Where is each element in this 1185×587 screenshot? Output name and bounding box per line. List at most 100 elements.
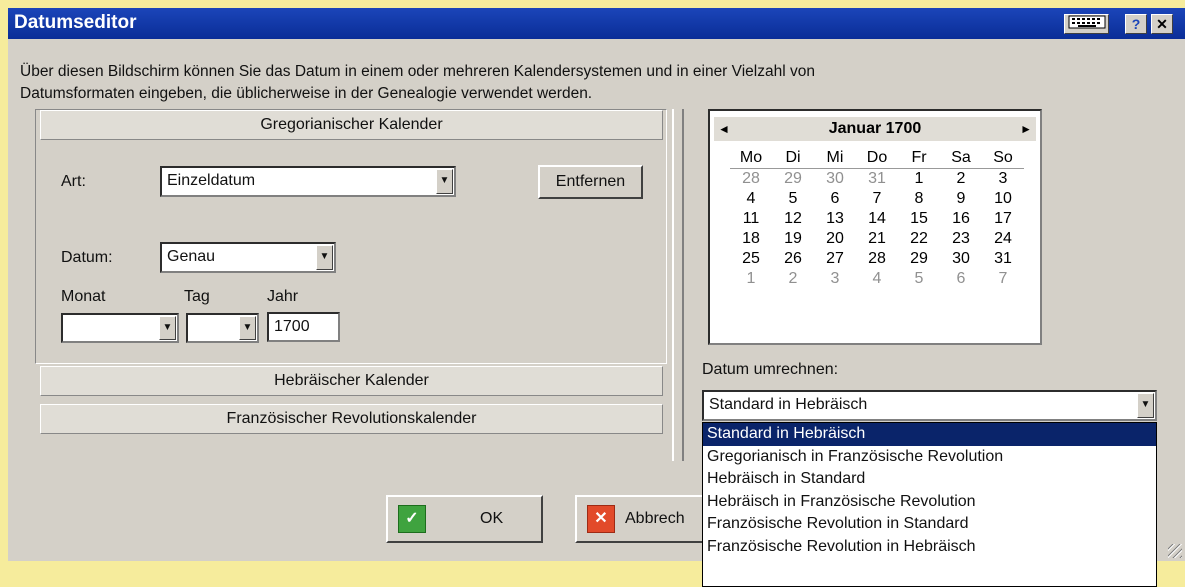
calendar-day[interactable]: 27: [814, 249, 856, 269]
convert-dropdown-list: Standard in Hebräisch Gregorianisch in F…: [702, 422, 1157, 587]
calendar-day[interactable]: 24: [982, 229, 1024, 249]
weekday: Mo: [739, 149, 763, 166]
calendar-header: ◄ Januar 1700 ►: [714, 117, 1036, 141]
chevron-down-icon[interactable]: ▼: [316, 245, 333, 270]
calendar-day[interactable]: 28: [856, 249, 898, 269]
calendar-day[interactable]: 18: [730, 229, 772, 249]
calendar-day[interactable]: 12: [772, 209, 814, 229]
calendar-day[interactable]: 22: [898, 229, 940, 249]
dropdown-option[interactable]: Hebräisch in Standard: [703, 468, 1156, 491]
calendar-day[interactable]: 10: [982, 189, 1024, 209]
calendar-day[interactable]: 7: [856, 189, 898, 209]
calendar-day[interactable]: 13: [814, 209, 856, 229]
calendar-day[interactable]: 15: [898, 209, 940, 229]
chevron-down-icon[interactable]: ▼: [1137, 393, 1154, 418]
weekday: Do: [866, 149, 888, 166]
week-row: 11 12 13 14 15 16 17: [730, 209, 1024, 229]
monat-label: Monat: [61, 288, 106, 305]
tab-gregorian[interactable]: Gregorianischer Kalender: [40, 110, 663, 140]
week-row: 4 5 6 7 8 9 10: [730, 189, 1024, 209]
calendar-day[interactable]: 6: [814, 189, 856, 209]
art-select[interactable]: Einzeldatum ▼: [160, 166, 456, 197]
calendar-day[interactable]: 16: [940, 209, 982, 229]
calendar-day[interactable]: 31: [982, 249, 1024, 269]
intro-text: Über diesen Bildschirm können Sie das Da…: [20, 61, 1020, 105]
calendar-day[interactable]: 7: [982, 269, 1024, 289]
calendar-title: Januar 1700: [828, 120, 922, 137]
week-row: 28 29 30 31 1 2 3: [730, 169, 1024, 189]
calendar-day[interactable]: 2: [940, 169, 982, 189]
datum-select[interactable]: Genau ▼: [160, 242, 336, 273]
check-icon: ✓: [398, 505, 426, 533]
calendar-day[interactable]: 29: [898, 249, 940, 269]
calendar-day[interactable]: 8: [898, 189, 940, 209]
dropdown-option[interactable]: Standard in Hebräisch: [703, 423, 1156, 446]
chevron-down-icon[interactable]: ▼: [436, 169, 453, 194]
calendar-day[interactable]: 30: [940, 249, 982, 269]
close-button[interactable]: ✕: [1151, 14, 1173, 34]
cancel-label: Abbrech: [625, 510, 685, 527]
remove-button[interactable]: Entfernen: [538, 165, 643, 199]
calendar-day[interactable]: 11: [730, 209, 772, 229]
cancel-button[interactable]: ✕ Abbrech: [575, 495, 710, 543]
convert-select[interactable]: Standard in Hebräisch ▼: [702, 390, 1157, 421]
dropdown-option[interactable]: Französische Revolution in Hebräisch: [703, 536, 1156, 559]
tag-select[interactable]: ▼: [186, 313, 259, 343]
keyboard-icon[interactable]: [1064, 14, 1109, 34]
calendar-day[interactable]: 4: [856, 269, 898, 289]
datum-value: Genau: [167, 248, 216, 265]
prev-month-icon[interactable]: ◄: [718, 117, 730, 141]
weekday: Fr: [911, 149, 927, 166]
calendar-day[interactable]: 29: [772, 169, 814, 189]
calendar-day[interactable]: 1: [898, 169, 940, 189]
ok-label: OK: [480, 510, 504, 527]
calendar-day[interactable]: 31: [856, 169, 898, 189]
datum-label: Datum:: [61, 249, 113, 266]
help-button[interactable]: ?: [1125, 14, 1147, 34]
calendar-day[interactable]: 5: [772, 189, 814, 209]
tab-hebrew[interactable]: Hebräischer Kalender: [40, 366, 663, 396]
weekday: Di: [785, 149, 801, 166]
weekday: Mi: [826, 149, 844, 166]
week-row: 25 26 27 28 29 30 31: [730, 249, 1024, 269]
calendar-day[interactable]: 19: [772, 229, 814, 249]
calendar: ◄ Januar 1700 ► Mo Di Mi Do Fr Sa So 28 …: [708, 109, 1042, 345]
panel-splitter[interactable]: [672, 109, 684, 461]
weekday-row: Mo Di Mi Do Fr Sa So: [730, 148, 1024, 169]
calendar-day[interactable]: 28: [730, 169, 772, 189]
calendar-day[interactable]: 17: [982, 209, 1024, 229]
resize-grip-icon[interactable]: [1168, 544, 1182, 558]
ok-button[interactable]: ✓ OK: [386, 495, 543, 543]
date-editor-window: Datumseditor ? ✕ Über diesen Bildschirm …: [8, 8, 1185, 587]
calendar-day[interactable]: 4: [730, 189, 772, 209]
next-month-icon[interactable]: ►: [1020, 117, 1032, 141]
calendar-day[interactable]: 14: [856, 209, 898, 229]
art-label: Art:: [61, 173, 86, 190]
calendar-day[interactable]: 25: [730, 249, 772, 269]
week-row: 1 2 3 4 5 6 7: [730, 269, 1024, 289]
close-icon: ✕: [587, 505, 615, 533]
calendar-day[interactable]: 6: [940, 269, 982, 289]
weekday: Sa: [951, 149, 971, 166]
dropdown-option[interactable]: Gregorianisch in Französische Revolution: [703, 446, 1156, 469]
calendar-day[interactable]: 20: [814, 229, 856, 249]
tag-label: Tag: [184, 288, 210, 305]
calendar-day[interactable]: 23: [940, 229, 982, 249]
chevron-down-icon[interactable]: ▼: [159, 316, 176, 340]
calendar-day[interactable]: 9: [940, 189, 982, 209]
calendar-day[interactable]: 30: [814, 169, 856, 189]
calendar-day[interactable]: 21: [856, 229, 898, 249]
dropdown-option[interactable]: Französische Revolution in Standard: [703, 513, 1156, 536]
calendar-day[interactable]: 5: [898, 269, 940, 289]
jahr-value: 1700: [274, 318, 310, 335]
calendar-day[interactable]: 26: [772, 249, 814, 269]
calendar-day[interactable]: 3: [982, 169, 1024, 189]
jahr-input[interactable]: 1700: [267, 312, 340, 342]
tab-french-revolution[interactable]: Französischer Revolutionskalender: [40, 404, 663, 434]
monat-select[interactable]: ▼: [61, 313, 179, 343]
calendar-day[interactable]: 3: [814, 269, 856, 289]
chevron-down-icon[interactable]: ▼: [239, 316, 256, 340]
calendar-day[interactable]: 2: [772, 269, 814, 289]
dropdown-option[interactable]: Hebräisch in Französische Revolution: [703, 491, 1156, 514]
calendar-day[interactable]: 1: [730, 269, 772, 289]
